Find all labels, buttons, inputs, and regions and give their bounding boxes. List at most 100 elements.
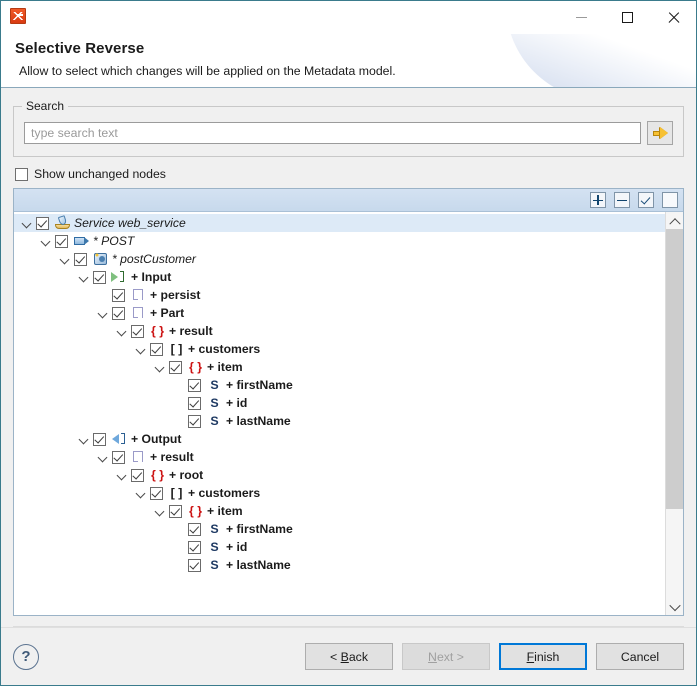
- chevron-down-icon[interactable]: [115, 322, 131, 340]
- tree-row[interactable]: { } + item: [14, 358, 665, 376]
- tree-row[interactable]: S + firstName: [14, 520, 665, 538]
- dialog-body: Search Show unchanged nodes: [1, 88, 696, 685]
- tree-row[interactable]: * postCustomer: [14, 250, 665, 268]
- tree-row-label: + Input: [131, 270, 172, 284]
- tree-row[interactable]: S + id: [14, 394, 665, 412]
- tree-row-label: + root: [169, 468, 204, 482]
- tree-row[interactable]: S + firstName: [14, 376, 665, 394]
- scrollbar-track[interactable]: [666, 229, 683, 598]
- chevron-down-icon[interactable]: [153, 358, 169, 376]
- tree-row-label: + id: [226, 396, 248, 410]
- chevron-down-icon[interactable]: [134, 340, 150, 358]
- tree-row[interactable]: { } + result: [14, 322, 665, 340]
- tree-rows: Service web_service * POST * postCustomer +…: [14, 212, 665, 615]
- tree-row-checkbox[interactable]: [188, 522, 201, 536]
- tree-vertical-scrollbar[interactable]: [665, 212, 683, 615]
- tree-row-checkbox[interactable]: [169, 360, 182, 374]
- scrollbar-thumb[interactable]: [666, 229, 683, 510]
- minimize-button[interactable]: [558, 1, 604, 33]
- tree-row-checkbox[interactable]: [112, 288, 125, 302]
- tree-row-checkbox[interactable]: [74, 252, 87, 266]
- tree-row[interactable]: [ ] + customers: [14, 484, 665, 502]
- back-button[interactable]: < Back: [305, 643, 393, 670]
- tree-row-label: * POST: [93, 234, 135, 248]
- chevron-down-icon[interactable]: [58, 250, 74, 268]
- tree-row-checkbox[interactable]: [188, 378, 201, 392]
- show-unchanged-nodes-checkbox[interactable]: [15, 167, 28, 181]
- help-button[interactable]: ?: [13, 643, 39, 670]
- string-icon: S: [210, 414, 219, 428]
- next-button[interactable]: Next >: [402, 643, 490, 670]
- uncheck-all-button[interactable]: [662, 192, 678, 208]
- tree-row-checkbox[interactable]: [55, 234, 68, 248]
- tree-row[interactable]: Service web_service: [14, 214, 665, 232]
- tree-row-label: + persist: [150, 288, 201, 302]
- next-button-label: Next >: [428, 649, 464, 664]
- tree-row[interactable]: { } + root: [14, 466, 665, 484]
- chevron-down-icon[interactable]: [153, 502, 169, 520]
- tree-row-label: + result: [150, 450, 194, 464]
- maximize-button[interactable]: [604, 1, 650, 33]
- tree-row[interactable]: + Output: [14, 430, 665, 448]
- tree-row[interactable]: + persist: [14, 286, 665, 304]
- tree-panel: Service web_service * POST * postCustomer +…: [13, 188, 684, 616]
- tree-row-checkbox[interactable]: [150, 342, 163, 356]
- tree-row-label: + item: [207, 504, 243, 518]
- tree-row[interactable]: { } + item: [14, 502, 665, 520]
- expand-all-button[interactable]: [590, 192, 606, 208]
- cancel-button[interactable]: Cancel: [596, 643, 684, 670]
- chevron-down-icon[interactable]: [77, 430, 93, 448]
- string-icon: S: [210, 540, 219, 554]
- scroll-down-button[interactable]: [666, 598, 683, 615]
- tree-row[interactable]: + result: [14, 448, 665, 466]
- finish-button-label: Finish: [526, 649, 560, 664]
- tree-row-checkbox[interactable]: [93, 432, 106, 446]
- tree-row-checkbox[interactable]: [188, 414, 201, 428]
- tree-row-checkbox[interactable]: [36, 216, 49, 230]
- close-button[interactable]: [650, 1, 696, 33]
- tree-row[interactable]: S + lastName: [14, 556, 665, 574]
- tree-row[interactable]: S + lastName: [14, 412, 665, 430]
- tree-body: Service web_service * POST * postCustomer +…: [14, 212, 683, 615]
- show-unchanged-nodes-row[interactable]: Show unchanged nodes: [15, 167, 684, 181]
- tree-row-checkbox[interactable]: [188, 540, 201, 554]
- array-icon: [ ]: [170, 342, 183, 356]
- chevron-down-icon[interactable]: [39, 232, 55, 250]
- chevron-down-icon[interactable]: [115, 466, 131, 484]
- string-icon: S: [210, 396, 219, 410]
- scroll-up-button[interactable]: [666, 212, 683, 229]
- chevron-down-icon[interactable]: [20, 214, 36, 232]
- tree-row[interactable]: + Part: [14, 304, 665, 322]
- chevron-down-icon[interactable]: [77, 268, 93, 286]
- tree-row-checkbox[interactable]: [93, 270, 106, 284]
- tree-row-checkbox[interactable]: [188, 558, 201, 572]
- finish-button[interactable]: Finish: [499, 643, 587, 670]
- chevron-down-icon[interactable]: [96, 448, 112, 466]
- tree-row[interactable]: S + id: [14, 538, 665, 556]
- tree-row-checkbox[interactable]: [131, 324, 144, 338]
- page-description: Allow to select which changes will be ap…: [19, 64, 396, 78]
- chevron-down-icon[interactable]: [134, 484, 150, 502]
- chevron-down-icon[interactable]: [96, 304, 112, 322]
- tree-row-checkbox[interactable]: [112, 450, 125, 464]
- tree-row-label: + result: [169, 324, 213, 338]
- parameter-icon: [130, 449, 147, 465]
- collapse-all-button[interactable]: [614, 192, 630, 208]
- tree-row[interactable]: + Input: [14, 268, 665, 286]
- search-input[interactable]: [24, 122, 641, 144]
- check-all-button[interactable]: [638, 192, 654, 208]
- search-go-button[interactable]: [647, 121, 673, 145]
- tree-row-checkbox[interactable]: [188, 396, 201, 410]
- object-icon: { }: [188, 504, 203, 518]
- tree-row[interactable]: * POST: [14, 232, 665, 250]
- tree-row-checkbox[interactable]: [150, 486, 163, 500]
- show-unchanged-nodes-label: Show unchanged nodes: [34, 167, 166, 181]
- tree-row-checkbox[interactable]: [169, 504, 182, 518]
- tree-row[interactable]: [ ] + customers: [14, 340, 665, 358]
- tree-row-checkbox[interactable]: [112, 306, 125, 320]
- dialog-header: Selective Reverse Allow to select which …: [1, 34, 696, 88]
- tree-row-checkbox[interactable]: [131, 468, 144, 482]
